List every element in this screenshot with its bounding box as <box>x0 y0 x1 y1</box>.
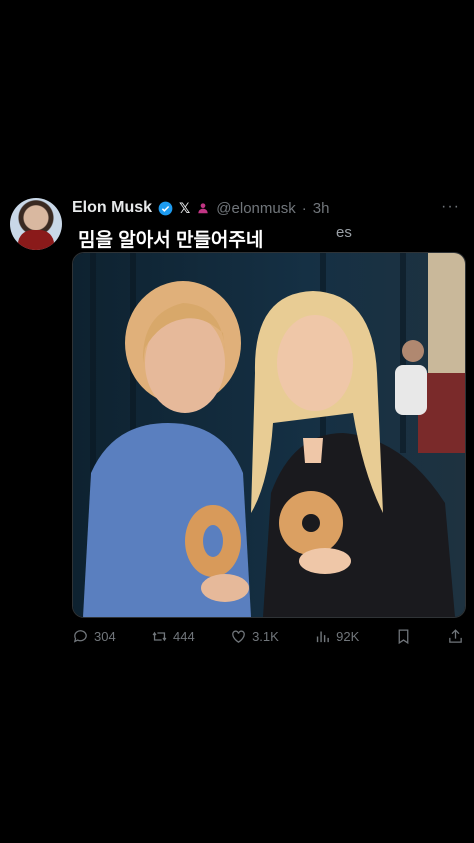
reply-button[interactable]: 304 <box>72 628 116 645</box>
repost-count: 444 <box>173 628 195 644</box>
heart-icon <box>232 630 245 643</box>
x-logo-icon: 𝕏 <box>179 199 191 216</box>
person-badge-icon <box>198 203 208 214</box>
like-count: 3.1K <box>252 628 279 644</box>
caption-overlay: 밈을 알아서 만들어주네 <box>70 220 272 256</box>
action-bar: 304 444 3.1K 92K <box>72 626 464 646</box>
views-button[interactable]: 92K <box>314 628 359 645</box>
reply-count: 304 <box>94 628 116 644</box>
separator: · <box>301 199 307 217</box>
bookmark-icon <box>398 628 408 644</box>
bookmark-button[interactable] <box>395 628 412 645</box>
repost-icon <box>152 631 167 641</box>
reply-icon <box>73 629 87 643</box>
share-icon <box>449 628 462 643</box>
author-name[interactable]: Elon Musk <box>72 199 152 217</box>
caption-overflow-text: es <box>336 224 352 241</box>
tweet-header: Elon Musk 𝕏 @elonmusk · 3h <box>72 198 329 218</box>
photo-illustration <box>73 253 465 617</box>
repost-button[interactable]: 444 <box>151 628 195 645</box>
more-options-icon[interactable]: ··· <box>441 198 460 216</box>
verified-badge-icon <box>158 201 173 215</box>
like-button[interactable]: 3.1K <box>230 628 279 645</box>
share-button[interactable] <box>447 628 464 645</box>
tweet-photo[interactable] <box>72 252 466 618</box>
author-handle[interactable]: @elonmusk <box>216 200 295 217</box>
views-chart-icon <box>316 631 330 642</box>
avatar[interactable] <box>10 198 62 250</box>
view-count: 92K <box>336 628 360 644</box>
caption-text: 밈을 알아서 만들어주네 <box>78 229 264 251</box>
timestamp[interactable]: 3h <box>313 200 330 217</box>
